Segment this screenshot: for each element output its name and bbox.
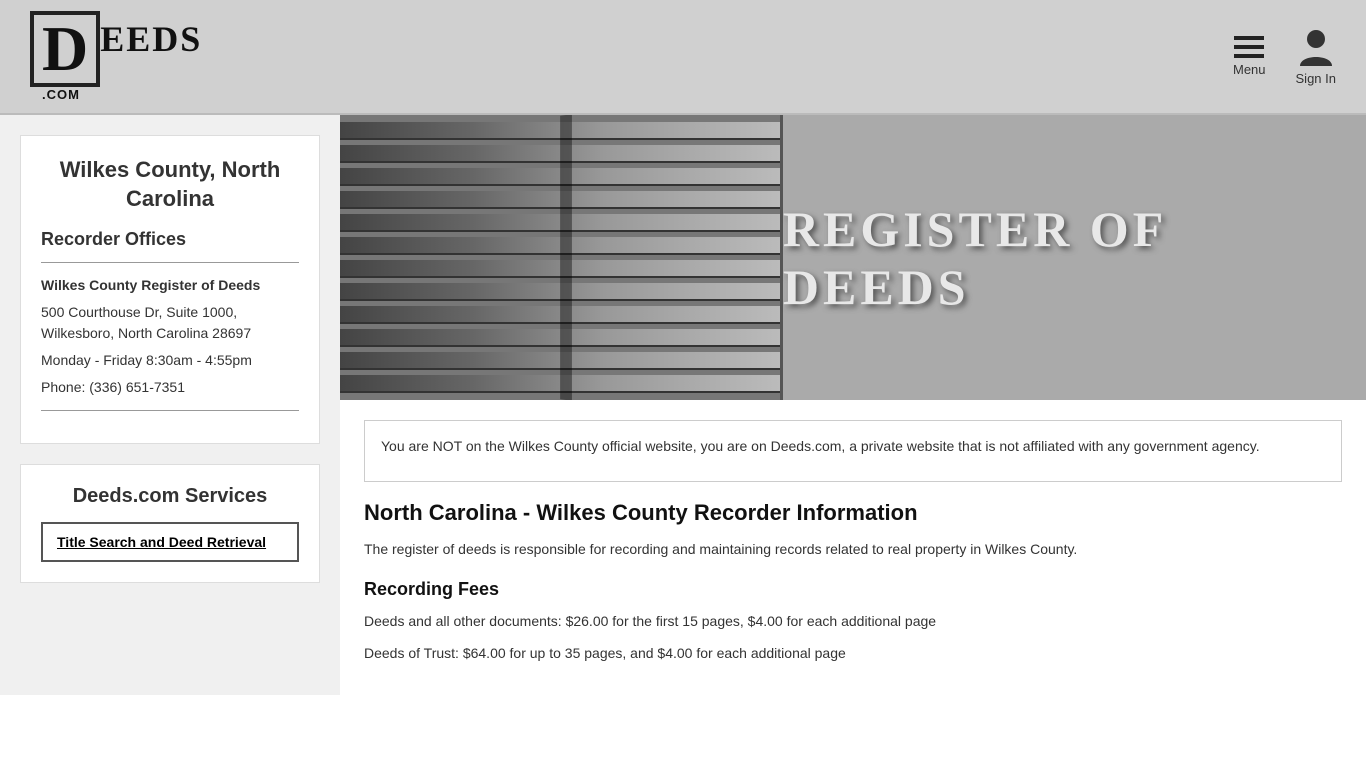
recorder-heading: Recorder Offices — [41, 229, 299, 250]
shelf — [340, 375, 780, 393]
office-phone: Phone: (336) 651-7351 — [41, 377, 299, 398]
signin-button[interactable]: Sign In — [1296, 28, 1336, 86]
office-hours: Monday - Friday 8:30am - 4:55pm — [41, 350, 299, 371]
fees-heading: Recording Fees — [364, 579, 1342, 600]
disclaimer-text: You are NOT on the Wilkes County officia… — [381, 435, 1325, 457]
logo[interactable]: D EEDS .COM — [30, 11, 202, 102]
fee-2: Deeds of Trust: $64.00 for up to 35 page… — [364, 642, 1342, 664]
shelf — [340, 283, 780, 301]
archive-right: REGISTER OF DEEDS — [783, 115, 1366, 400]
title-search-link[interactable]: Title Search and Deed Retrieval — [41, 522, 299, 562]
header-controls: Menu Sign In — [1233, 28, 1336, 86]
hero-image: REGISTER OF DEEDS — [340, 115, 1366, 400]
user-icon — [1300, 28, 1332, 71]
office-name: Wilkes County Register of Deeds — [41, 275, 299, 296]
shelf — [340, 191, 780, 209]
menu-button[interactable]: Menu — [1233, 36, 1266, 77]
shelf — [340, 145, 780, 163]
logo-d: D — [30, 11, 100, 87]
divider-2 — [41, 410, 299, 411]
main-layout: Wilkes County, North Carolina Recorder O… — [0, 115, 1366, 695]
register-of-deeds-sign: REGISTER OF DEEDS — [783, 200, 1366, 316]
shelf — [340, 329, 780, 347]
logo-eeds: EEDS — [100, 21, 202, 57]
fee-1: Deeds and all other documents: $26.00 fo… — [364, 610, 1342, 632]
intro-text: The register of deeds is responsible for… — [364, 538, 1342, 560]
content-body: You are NOT on the Wilkes County officia… — [340, 400, 1366, 695]
shelf — [340, 237, 780, 255]
shelf — [340, 122, 780, 140]
site-header: D EEDS .COM Menu Sign In — [0, 0, 1366, 115]
logo-com: .COM — [42, 87, 80, 102]
menu-label: Menu — [1233, 62, 1266, 77]
main-heading: North Carolina - Wilkes County Recorder … — [364, 500, 1342, 526]
signin-label: Sign In — [1296, 71, 1336, 86]
hours-text: Monday - Friday 8:30am - 4:55pm — [41, 352, 252, 368]
disclaimer-box: You are NOT on the Wilkes County officia… — [364, 420, 1342, 482]
content-area: REGISTER OF DEEDS You are NOT on the Wil… — [340, 115, 1366, 695]
archive-shelves-left — [340, 115, 780, 400]
hamburger-icon — [1234, 36, 1264, 58]
shelf — [340, 306, 780, 324]
office-address: 500 Courthouse Dr, Suite 1000, Wilkesbor… — [41, 302, 299, 344]
county-title: Wilkes County, North Carolina — [41, 156, 299, 213]
sidebar: Wilkes County, North Carolina Recorder O… — [0, 115, 340, 695]
shelf — [340, 214, 780, 232]
shelf — [340, 168, 780, 186]
recorder-info: Wilkes County Register of Deeds 500 Cour… — [41, 275, 299, 398]
county-section: Wilkes County, North Carolina Recorder O… — [20, 135, 320, 444]
shelf — [340, 260, 780, 278]
services-title: Deeds.com Services — [41, 485, 299, 508]
shelf — [340, 352, 780, 370]
divider-1 — [41, 262, 299, 263]
services-section: Deeds.com Services Title Search and Deed… — [20, 464, 320, 583]
shelves — [340, 115, 780, 400]
